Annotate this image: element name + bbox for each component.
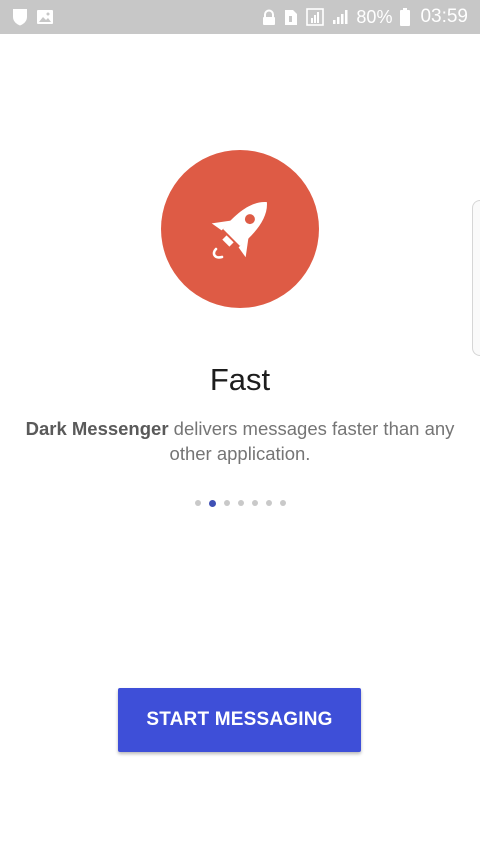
shield-notification-icon xyxy=(12,8,28,26)
page-dot xyxy=(237,500,244,506)
lock-icon xyxy=(262,9,276,26)
status-bar: 80% 03:59 xyxy=(0,0,480,34)
feature-description: Dark Messenger delivers messages faster … xyxy=(24,416,456,466)
image-notification-icon xyxy=(36,9,54,25)
battery-icon xyxy=(400,8,411,26)
page-dot xyxy=(194,500,201,506)
page-dot-active xyxy=(208,499,216,507)
app-name: Dark Messenger xyxy=(25,418,169,439)
page-dot xyxy=(279,500,286,506)
status-bar-right: 80% 03:59 xyxy=(262,6,468,28)
start-messaging-button[interactable]: START MESSAGING xyxy=(118,688,361,752)
sim-icon xyxy=(284,9,298,26)
rocket-icon xyxy=(198,187,282,271)
page-indicator xyxy=(0,498,480,508)
description-text: delivers messages faster than any other … xyxy=(169,418,455,464)
page-dot xyxy=(251,500,258,506)
page-dot xyxy=(265,500,272,506)
page-dot xyxy=(223,500,230,506)
clock: 03:59 xyxy=(420,6,468,27)
signal-icon xyxy=(332,9,348,25)
feature-illustration xyxy=(161,150,319,308)
status-bar-left xyxy=(12,8,54,26)
battery-percentage: 80% xyxy=(356,6,393,27)
feature-title: Fast xyxy=(209,362,271,397)
edge-panel-handle[interactable] xyxy=(472,200,480,356)
data-icon xyxy=(306,8,325,26)
